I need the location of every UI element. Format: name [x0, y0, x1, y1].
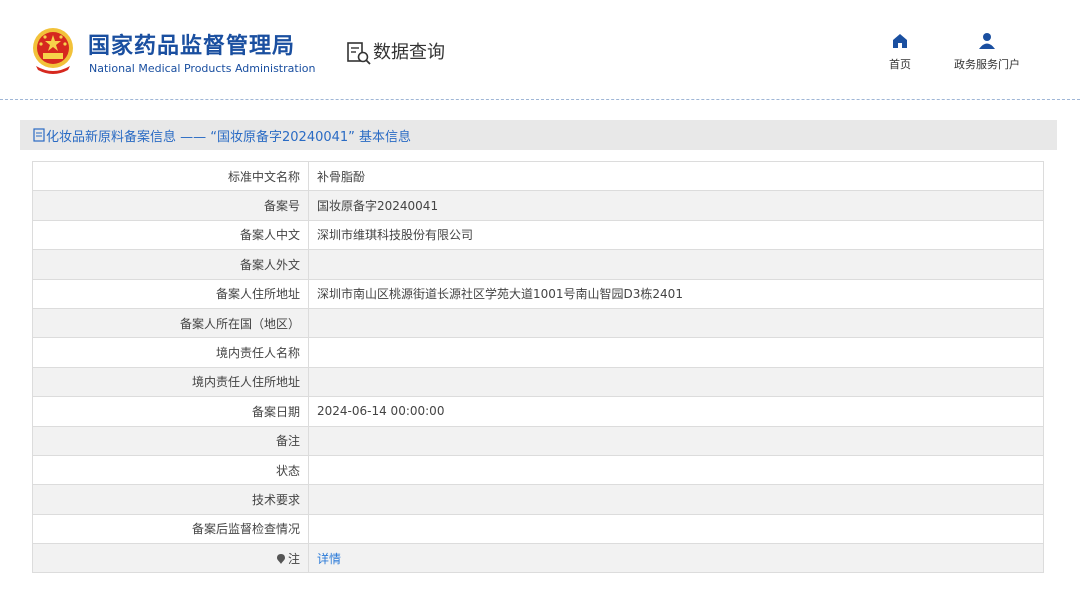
org-name-en: National Medical Products Administration: [89, 62, 316, 75]
table-row: 注 详情: [32, 543, 1044, 574]
row-label: 备注: [32, 425, 309, 456]
row-label: 备案号: [32, 190, 309, 221]
row-label: 备案人所在国（地区）: [32, 307, 309, 339]
table-row: 备案人住所地址 深圳市南山区桃源街道长源社区学苑大道1001号南山智园D3栋24…: [32, 278, 1044, 309]
table-row: 备案人外文: [32, 249, 1044, 280]
row-value: [308, 513, 1044, 545]
row-value: [308, 249, 1044, 280]
row-value: 国妆原备字20240041: [308, 190, 1044, 221]
row-label: 状态: [32, 454, 309, 486]
table-row: 备注: [32, 425, 1044, 456]
header-divider: [0, 99, 1080, 100]
section-title: 化妆品新原料备案信息 —— “国妆原备字20240041” 基本信息: [46, 130, 412, 145]
table-row: 备案日期 2024-06-14 00:00:00: [32, 396, 1044, 427]
user-icon: [979, 33, 995, 49]
table-row: 境内责任人名称: [32, 337, 1044, 368]
table-row: 标准中文名称 补骨脂酚: [32, 160, 1044, 192]
row-value: 深圳市维琪科技股份有限公司: [308, 219, 1044, 251]
table-row: 状态: [32, 454, 1044, 486]
nav-home-label: 首页: [889, 58, 911, 71]
row-label: 备案后监督检查情况: [32, 513, 309, 545]
row-value: [308, 337, 1044, 368]
table-row: 备案号 国妆原备字20240041: [32, 190, 1044, 221]
info-table: 标准中文名称 补骨脂酚 备案号 国妆原备字20240041 备案人中文 深圳市维…: [32, 160, 1044, 574]
document-icon: [33, 128, 45, 142]
row-value: 深圳市南山区桃源街道长源社区学苑大道1001号南山智园D3栋2401: [308, 278, 1044, 309]
row-label: 境内责任人住所地址: [32, 366, 309, 398]
row-label: 标准中文名称: [32, 160, 309, 192]
home-icon: [893, 34, 907, 48]
national-emblem-icon: [33, 28, 73, 74]
section-label: 数据查询: [373, 42, 445, 63]
table-row: 境内责任人住所地址: [32, 366, 1044, 398]
row-value: 详情: [308, 543, 1044, 574]
table-row: 技术要求: [32, 484, 1044, 515]
row-label: 境内责任人名称: [32, 337, 309, 368]
data-query-icon: [347, 42, 371, 65]
nav-portal-label: 政务服务门户: [954, 58, 1020, 71]
row-value: 2024-06-14 00:00:00: [308, 396, 1044, 427]
nav-home[interactable]: 首页: [880, 32, 920, 72]
row-label: 备案日期: [32, 396, 309, 427]
section-header: 化妆品新原料备案信息 —— “国妆原备字20240041” 基本信息: [20, 120, 1057, 150]
site-header: 国家药品监督管理局 National Medical Products Admi…: [0, 0, 1080, 100]
row-value: [308, 307, 1044, 339]
table-row: 备案人中文 深圳市维琪科技股份有限公司: [32, 219, 1044, 251]
row-value: [308, 366, 1044, 398]
table-row: 备案人所在国（地区）: [32, 307, 1044, 339]
table-row: 备案后监督检查情况: [32, 513, 1044, 545]
row-value: 补骨脂酚: [308, 160, 1044, 192]
row-label: 技术要求: [32, 484, 309, 515]
row-label: 备案人住所地址: [32, 278, 309, 309]
org-name-cn: 国家药品监督管理局: [88, 34, 296, 59]
nav-service-portal[interactable]: 政务服务门户: [945, 32, 1029, 72]
detail-link[interactable]: 详情: [317, 552, 341, 566]
row-value: [308, 484, 1044, 515]
note-label-cell: 注: [32, 543, 309, 574]
pin-icon: [276, 553, 285, 564]
row-label: 备案人外文: [32, 249, 309, 280]
row-label: 注: [287, 551, 300, 566]
row-value: [308, 454, 1044, 486]
row-value: [308, 425, 1044, 456]
row-label: 备案人中文: [32, 219, 309, 251]
